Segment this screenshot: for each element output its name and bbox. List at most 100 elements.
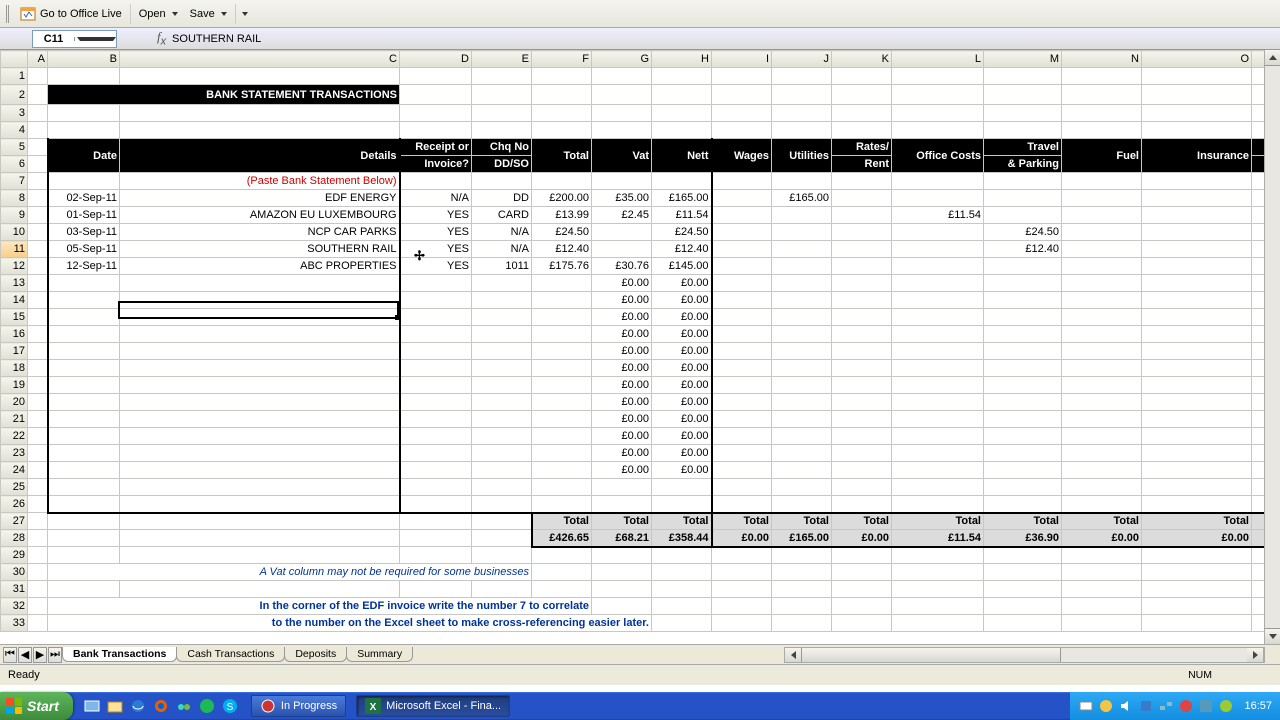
col-header[interactable]: O (1142, 51, 1252, 68)
title-cell: BANK STATEMENT TRANSACTIONS (48, 85, 400, 105)
row-header[interactable]: 9 (1, 207, 28, 224)
table-row[interactable]: 14£0.00£0.00 (1, 292, 1272, 309)
col-header[interactable]: K (832, 51, 892, 68)
row-header[interactable]: 6 (1, 156, 28, 173)
col-header[interactable]: J (772, 51, 832, 68)
col-header[interactable]: A (28, 51, 48, 68)
save-button[interactable]: Save (184, 6, 233, 22)
hdr-wages: Wages (712, 139, 772, 173)
name-box[interactable]: C11 (32, 30, 117, 48)
formula-bar-value[interactable]: SOUTHERN RAIL (172, 33, 261, 45)
col-header[interactable]: M (984, 51, 1062, 68)
go-to-office-live-button[interactable]: Go to Office Live (14, 4, 128, 24)
tray-icon[interactable] (1138, 698, 1154, 714)
spreadsheet-grid[interactable]: A B C D E F G H I J K L M N O 1 2 BANK S… (0, 50, 1280, 644)
table-row[interactable]: 10 03-Sep-11NCP CAR PARKS YESN/A £24.50£… (1, 224, 1272, 241)
tray-icon[interactable] (1078, 698, 1094, 714)
hdr-insurance: Insurance (1142, 139, 1252, 173)
table-row[interactable]: 21£0.00£0.00 (1, 411, 1272, 428)
table-row[interactable]: 17£0.00£0.00 (1, 343, 1272, 360)
ql-show-desktop[interactable] (81, 695, 103, 717)
col-header[interactable]: I (712, 51, 772, 68)
tray-icon[interactable] (1178, 698, 1194, 714)
chevron-down-icon[interactable] (74, 37, 116, 41)
tab-last-button[interactable]: ⏭ (48, 647, 62, 663)
start-button[interactable]: Start (0, 692, 73, 720)
tab-cash-transactions[interactable]: Cash Transactions (176, 647, 285, 662)
scroll-thumb[interactable] (801, 648, 1061, 662)
table-row[interactable]: 19£0.00£0.00 (1, 377, 1272, 394)
save-label: Save (190, 8, 215, 20)
table-row[interactable]: 15£0.00£0.00 (1, 309, 1272, 326)
col-header[interactable]: E (472, 51, 532, 68)
scroll-right-button[interactable] (1247, 648, 1263, 662)
row-header[interactable]: 10 (1, 224, 28, 241)
overflow-button[interactable] (238, 10, 250, 18)
fx-icon[interactable]: fx (157, 29, 166, 48)
row-header[interactable]: 12 (1, 258, 28, 275)
tab-first-button[interactable]: ⏮ (3, 647, 17, 663)
row-header[interactable]: 4 (1, 122, 28, 139)
tray-icon[interactable] (1218, 698, 1234, 714)
task-excel[interactable]: X Microsoft Excel - Fina... (356, 695, 510, 717)
col-header[interactable]: G (592, 51, 652, 68)
table-row[interactable]: 13£0.00£0.00 (1, 275, 1272, 292)
tab-bank-transactions[interactable]: Bank Transactions (62, 647, 177, 662)
table-row[interactable]: 20£0.00£0.00 (1, 394, 1272, 411)
col-header[interactable]: D (400, 51, 472, 68)
ql-ie-icon[interactable] (127, 695, 149, 717)
row-header[interactable]: 7 (1, 173, 28, 190)
horizontal-scrollbar[interactable] (784, 647, 1264, 663)
hdr-office: Office Costs (892, 139, 984, 173)
tray-icon[interactable] (1198, 698, 1214, 714)
volume-icon[interactable] (1118, 698, 1134, 714)
ql-explorer[interactable] (104, 695, 126, 717)
clock[interactable]: 16:57 (1244, 700, 1272, 712)
task-in-progress[interactable]: In Progress (251, 695, 346, 717)
row-header[interactable]: 8 (1, 190, 28, 207)
ql-msn-icon[interactable] (173, 695, 195, 717)
row-header[interactable]: 1 (1, 68, 28, 85)
tab-deposits[interactable]: Deposits (284, 647, 347, 662)
table-row[interactable]: 18£0.00£0.00 (1, 360, 1272, 377)
row-header[interactable]: 2 (1, 85, 28, 105)
scroll-down-button[interactable] (1265, 628, 1280, 644)
hdr-receipt1: Receipt or (400, 139, 472, 156)
taskbar: Start S In Progress X Microsoft Excel - … (0, 692, 1280, 720)
name-box-value: C11 (33, 33, 74, 45)
tab-prev-button[interactable]: ◀ (18, 647, 32, 663)
scroll-left-button[interactable] (785, 648, 801, 662)
row-header[interactable]: 5 (1, 139, 28, 156)
system-tray[interactable]: 16:57 (1070, 692, 1280, 720)
network-icon[interactable] (1158, 698, 1174, 714)
col-header[interactable]: L (892, 51, 984, 68)
ql-firefox-icon[interactable] (150, 695, 172, 717)
col-header[interactable]: F (532, 51, 592, 68)
table-row[interactable]: 11 05-Sep-11SOUTHERN RAIL YESN/A £12.40£… (1, 241, 1272, 258)
select-all-corner[interactable] (1, 51, 28, 68)
table-row[interactable]: 16£0.00£0.00 (1, 326, 1272, 343)
table-row[interactable]: 22£0.00£0.00 (1, 428, 1272, 445)
row-header[interactable]: 11 (1, 241, 28, 258)
table-row[interactable]: 8 02-Sep-11EDF ENERGY N/ADD £200.00£35.0… (1, 190, 1272, 207)
ql-skype-icon[interactable]: S (219, 695, 241, 717)
toolbar-grip[interactable] (6, 5, 10, 23)
col-header[interactable]: N (1062, 51, 1142, 68)
open-button[interactable]: Open (133, 6, 184, 22)
col-header[interactable]: C (120, 51, 400, 68)
tab-next-button[interactable]: ▶ (33, 647, 47, 663)
table-row[interactable]: 12 12-Sep-11ABC PROPERTIES YES1011 £175.… (1, 258, 1272, 275)
table-row[interactable]: 23£0.00£0.00 (1, 445, 1272, 462)
chevron-down-icon (221, 12, 227, 16)
tray-icon[interactable] (1098, 698, 1114, 714)
row-header[interactable]: 3 (1, 105, 28, 122)
tab-summary[interactable]: Summary (346, 647, 413, 662)
scroll-up-button[interactable] (1265, 50, 1280, 66)
ql-spotify-icon[interactable] (196, 695, 218, 717)
status-num: NUM (1188, 669, 1212, 681)
table-row[interactable]: 9 01-Sep-11AMAZON EU LUXEMBOURG YESCARD … (1, 207, 1272, 224)
col-header[interactable]: B (48, 51, 120, 68)
table-row[interactable]: 24£0.00£0.00 (1, 462, 1272, 479)
vertical-scrollbar[interactable] (1264, 50, 1280, 644)
col-header[interactable]: H (652, 51, 712, 68)
